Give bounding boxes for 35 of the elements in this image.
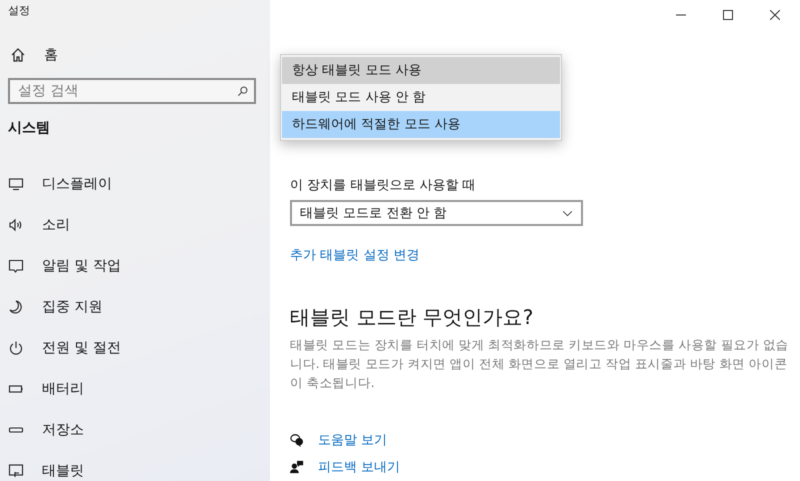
section-heading: 태블릿 모드란 무엇인가요? — [290, 304, 534, 331]
close-icon[interactable] — [770, 10, 780, 20]
tablet-icon — [8, 462, 24, 478]
monitor-icon — [8, 176, 24, 192]
sidebar-item[interactable]: 디스플레이 — [0, 163, 270, 204]
menu-option[interactable]: 항상 태블릿 모드 사용 — [282, 57, 560, 84]
sidebar-item[interactable]: 알림 및 작업 — [0, 245, 270, 286]
menu-option[interactable]: 태블릿 모드 사용 안 함 — [282, 84, 560, 111]
chevron-down-icon — [562, 210, 573, 216]
power-icon — [8, 340, 24, 356]
home-link[interactable]: 홈 — [0, 30, 270, 68]
search-field[interactable]: 설정 검색 — [8, 78, 256, 104]
description-text: 태블릿 모드는 장치를 터치에 맞게 최적화하므로 키보드와 마우스를 사용할 필요가 없습니다. 태블릿 모드가 켜지면 앱이 전체 화면으로 열리고 작업 표시줄과 바탕 화면 아이콘이 축소됩니다. — [290, 336, 790, 392]
window-title: 설정 — [7, 3, 31, 19]
help-link[interactable]: 피드백 보내기 — [318, 458, 400, 476]
settings-link[interactable]: 추가 태블릿 설정 변경 — [290, 246, 420, 264]
maximize-icon[interactable] — [723, 10, 733, 20]
sidebar-item[interactable]: 배터리 — [0, 368, 270, 409]
section-heading: 시스템 — [7, 119, 51, 138]
field-label: 이 장치를 태블릿으로 사용할 때 — [290, 177, 477, 195]
sidebar-item[interactable]: 소리 — [0, 204, 270, 245]
dropdown[interactable]: 태블릿 모드로 전환 안 함 — [290, 200, 583, 226]
sidebar-item[interactable]: 태블릿 — [0, 450, 270, 481]
moon-icon — [8, 298, 24, 314]
speaker-icon — [8, 216, 24, 232]
help-link[interactable]: 도움말 보기 — [318, 430, 388, 448]
speech-bubble-icon — [8, 258, 24, 274]
sidebar-item[interactable]: 전원 및 절전 — [0, 327, 270, 368]
sidebar-item[interactable]: 집중 지원 — [0, 286, 270, 327]
search-icon — [237, 86, 248, 97]
sidebar-item[interactable]: 저장소 — [0, 409, 270, 450]
menu-option[interactable]: 하드웨어에 적절한 모드 사용 — [282, 111, 560, 138]
feedback-icon — [290, 460, 304, 474]
help-bubbles-icon — [290, 432, 304, 446]
home-icon — [10, 47, 26, 63]
